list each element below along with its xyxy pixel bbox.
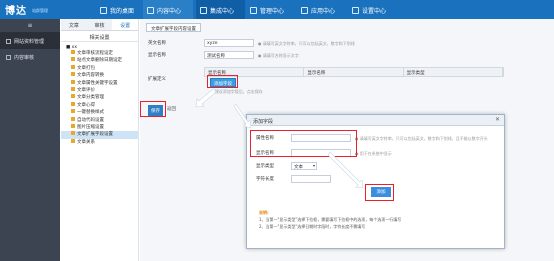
tab-settings[interactable]: 设置 — [112, 19, 139, 30]
tree-node[interactable]: 自动代码设置 — [61, 116, 138, 124]
tree-node[interactable]: 站点文章删除日期设定 — [61, 57, 138, 64]
tree-node[interactable]: 文章审核流程设定 — [61, 50, 138, 57]
english-name-hint: ● 请填写英文字符串，只可以包括英文，数字和下划线 — [258, 41, 355, 46]
tree-header: 相关设置 — [61, 31, 138, 42]
tree-node[interactable]: 文章打包 — [61, 64, 138, 72]
nav-app-center[interactable]: 应用中心 — [297, 0, 347, 19]
app-logo: 博达 — [5, 6, 27, 17]
tip-line-2: 2、当第一"显示类型"选择日期时字段时，字符长度不需填写 — [259, 224, 366, 229]
sidebar-item-content-review[interactable]: 内容审核 — [0, 49, 60, 65]
nav-management-center[interactable]: 管理中心 — [246, 0, 296, 19]
tree-node[interactable]: 文章心得 — [61, 101, 138, 109]
close-icon[interactable]: ✕ — [495, 116, 500, 123]
tree-root[interactable]: ■ xx — [61, 42, 138, 50]
folder-icon — [71, 101, 75, 106]
back-button[interactable]: 返回 — [167, 106, 176, 112]
folder-icon — [71, 94, 75, 99]
display-type-label: 显示类型 — [256, 164, 274, 169]
display-type-select[interactable]: 文本 ▾ — [291, 162, 317, 170]
dialog-title: 添加字段 — [253, 119, 274, 125]
english-name-input[interactable]: xyze — [204, 39, 254, 47]
tree-node[interactable]: 文章评价 — [61, 87, 138, 94]
tree-node[interactable]: 文章关系 — [61, 138, 138, 146]
tip-line-1: 1、当第一"显示类型"选择下拉框，需要填写下拉框中的选项，每个选项一行填写 — [259, 217, 402, 222]
settings-tree-panel: 文章 审核 设置 相关设置 ■ xx 文章审核流程设定 站点文章删除日期设定 文章打… — [61, 19, 139, 261]
tab-review[interactable]: 审核 — [87, 19, 113, 30]
nav-integration-center[interactable]: 集成中心 — [196, 0, 245, 19]
display-name-hint: ● 请填写名称显示文字 — [258, 53, 299, 58]
tree-node[interactable]: 一键替换样式 — [61, 109, 138, 116]
field-name-input[interactable] — [291, 134, 351, 142]
left-sidebar: ≡ 网站资料管理 内容审核 — [0, 19, 60, 261]
display-name-input[interactable]: 测试名称 — [204, 51, 254, 59]
add-field-dialog: 添加字段 ✕ 属性名称 ● 请填写英文字符串，只可以包括英文，数字和下划线，且不… — [246, 114, 505, 249]
folder-icon — [71, 124, 75, 129]
field-name-label: 属性名称 — [256, 136, 274, 141]
chevron-down-icon: ▾ — [312, 163, 315, 168]
char-length-label: 字符长度 — [256, 177, 274, 182]
app-icon — [301, 7, 308, 14]
col-display-name-2: 显示名称 — [304, 68, 404, 76]
display-name-field-hint: ● 用于在系统中显示 — [355, 151, 392, 156]
folder-icon — [71, 87, 75, 92]
folder-icon — [71, 57, 75, 62]
tree-node[interactable]: 文章扩展字段设置 — [61, 131, 138, 139]
tree-node[interactable]: 图片压缩设置 — [61, 124, 138, 131]
folder-icon — [71, 131, 75, 136]
field-table-header: 显示名称 显示名称 显示类型 — [204, 67, 504, 77]
submit-add-button[interactable]: 添加 — [371, 187, 391, 197]
label-display-name: 显示名称 — [148, 53, 166, 58]
col-display-name: 显示名称 — [205, 68, 305, 76]
dialog-tips: 说明: 1、当第一"显示类型"选择下拉框，需要填写下拉框中的选项，每个选项一行填… — [259, 209, 401, 230]
folder-icon — [71, 72, 75, 77]
breadcrumb: 文章扩展字段内容设置 — [146, 23, 201, 32]
sidebar-item-site-data[interactable]: 网站资料管理 — [0, 33, 60, 49]
dialog-header: 添加字段 ✕ — [247, 115, 504, 126]
review-icon — [6, 55, 11, 60]
tree-node[interactable]: 文章属性关键字设置 — [61, 79, 138, 87]
tab-article[interactable]: 文章 — [61, 19, 87, 30]
folder-icon — [71, 64, 75, 69]
folder-icon — [71, 79, 75, 84]
add-field-button[interactable]: 添加字段 — [210, 78, 236, 87]
nav-settings-center[interactable]: 设置中心 — [348, 0, 398, 19]
tree-node-list: 文章审核流程设定 站点文章删除日期设定 文章打包 文章内容转换 文章属性关键字设置 文章评… — [61, 50, 138, 146]
col-display-type: 显示类型 — [404, 68, 503, 76]
label-english-name: 英文名称 — [148, 41, 166, 46]
content-icon — [147, 7, 154, 14]
display-name-field[interactable] — [291, 149, 351, 157]
integration-icon — [200, 7, 207, 14]
nav-my-desktop[interactable]: 我的桌面 — [100, 0, 140, 19]
field-name-hint: ● 请填写英文字符串，只可以包括英文，数字和下划线，且不能以数字开头 — [355, 136, 488, 141]
char-length-input[interactable] — [291, 175, 331, 183]
site-icon — [6, 39, 11, 44]
save-button[interactable]: 保存 — [148, 105, 163, 116]
folder-icon — [71, 50, 75, 54]
folder-icon — [71, 109, 75, 114]
tips-title: 说明: — [259, 210, 269, 215]
folder-icon — [71, 138, 75, 143]
top-bar: 博达 站群管理 我的桌面 内容中心 集成中心 管理中心 应用中心 设置中心 — [0, 0, 554, 19]
add-field-hint: ● 建议添加字段后，点击保存 — [210, 89, 263, 94]
display-name-label: 显示名称 — [256, 151, 274, 156]
app-logo-sub: 站群管理 — [32, 8, 48, 13]
settings-icon — [352, 7, 359, 14]
gear-icon — [250, 7, 257, 14]
folder-icon — [71, 116, 75, 121]
tree-node[interactable]: 文章内容转换 — [61, 72, 138, 79]
tree-tabs: 文章 审核 设置 — [61, 19, 139, 31]
tree-node[interactable]: 文章分类管理 — [61, 94, 138, 101]
menu-toggle-icon[interactable]: ≡ — [0, 19, 60, 33]
desktop-icon — [100, 7, 107, 14]
label-extension-def: 扩展定义 — [148, 77, 166, 82]
nav-content-center[interactable]: 内容中心 — [143, 0, 193, 19]
